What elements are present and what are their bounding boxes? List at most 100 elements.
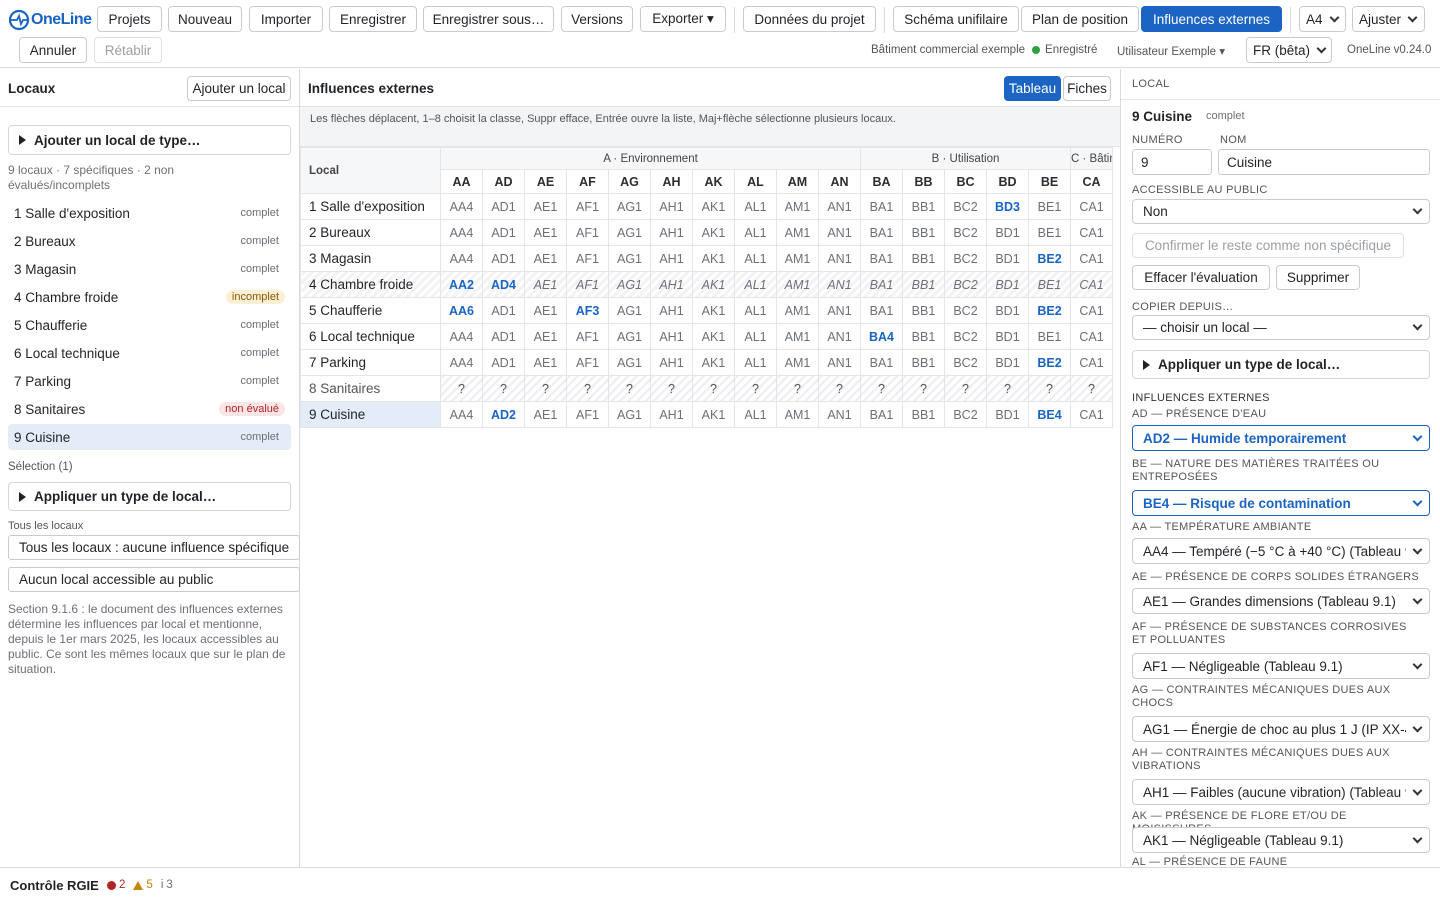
row-room-name[interactable]: 4 Chambre froide <box>300 271 441 298</box>
influence-cell[interactable]: CA1 <box>1070 323 1113 350</box>
column-header-am[interactable]: AM <box>776 169 819 194</box>
influence-cell[interactable]: AG1 <box>608 323 651 350</box>
column-header-ak[interactable]: AK <box>692 169 735 194</box>
influence-cell[interactable]: BE2 <box>1028 245 1071 272</box>
influence-cell[interactable]: CA1 <box>1070 349 1113 376</box>
column-header-ca[interactable]: CA <box>1070 169 1113 194</box>
column-header-ah[interactable]: AH <box>650 169 693 194</box>
redo-button[interactable]: Rétablir <box>94 37 162 63</box>
influence-cell[interactable]: BB1 <box>902 245 945 272</box>
influence-cell[interactable]: ? <box>1070 375 1113 402</box>
influence-cell[interactable]: BE4 <box>1028 401 1071 428</box>
influence-cell[interactable]: AD1 <box>482 323 525 350</box>
influence-cell[interactable]: AA4 <box>440 245 483 272</box>
influence-cell[interactable]: AF1 <box>566 193 609 220</box>
influence-cell[interactable]: BD1 <box>986 401 1029 428</box>
user-menu[interactable]: Utilisateur Exemple ▾ <box>1117 44 1225 58</box>
page-format-select[interactable]: A4 <box>1299 6 1346 32</box>
influence-cell[interactable]: BD1 <box>986 219 1029 246</box>
apply-room-type[interactable]: Appliquer un type de local… <box>8 482 291 511</box>
influence-cell[interactable]: AF1 <box>566 323 609 350</box>
column-header-an[interactable]: AN <box>818 169 861 194</box>
influence-cell[interactable]: AF1 <box>566 219 609 246</box>
influence-cell[interactable]: AN1 <box>818 349 861 376</box>
influence-cell[interactable]: AE1 <box>524 245 567 272</box>
influence-cell[interactable]: AM1 <box>776 323 819 350</box>
influence-cell[interactable]: AH1 <box>650 401 693 428</box>
influence-select[interactable]: AF1 — Négligeable (Tableau 9.1) <box>1132 653 1430 679</box>
influence-cell[interactable]: AH1 <box>650 245 693 272</box>
copy-from-select[interactable]: — choisir un local — <box>1132 315 1430 340</box>
room-list-item[interactable]: 8 Sanitaires non évalué <box>8 396 291 422</box>
influence-cell[interactable]: BD3 <box>986 193 1029 220</box>
influence-cell[interactable]: AE1 <box>524 349 567 376</box>
influence-cell[interactable]: AG1 <box>608 271 651 298</box>
influence-cell[interactable]: AF1 <box>566 245 609 272</box>
influence-cell[interactable]: AK1 <box>692 219 735 246</box>
influence-cell[interactable]: BD1 <box>986 349 1029 376</box>
apply-room-type-detail[interactable]: Appliquer un type de local… <box>1132 350 1430 379</box>
influence-cell[interactable]: AE1 <box>524 297 567 324</box>
undo-button[interactable]: Annuler <box>19 37 87 63</box>
influence-cell[interactable]: BC2 <box>944 193 987 220</box>
influence-cell[interactable]: AL1 <box>734 323 777 350</box>
public-access-select[interactable]: Non <box>1132 199 1430 224</box>
influence-cell[interactable]: AK1 <box>692 349 735 376</box>
influence-cell[interactable]: AG1 <box>608 401 651 428</box>
influence-cell[interactable]: AM1 <box>776 193 819 220</box>
influence-cell[interactable]: ? <box>1028 375 1071 402</box>
column-header-bc[interactable]: BC <box>944 169 987 194</box>
influence-cell[interactable]: AM1 <box>776 401 819 428</box>
save-button[interactable]: Enregistrer <box>329 6 417 32</box>
rgie-check-counts[interactable]: 2 5 i 3 <box>107 879 173 891</box>
influence-cell[interactable]: BE1 <box>1028 323 1071 350</box>
add-room-button[interactable]: Ajouter un local <box>187 76 291 101</box>
zoom-select[interactable]: Ajuster <box>1352 6 1425 32</box>
influence-cell[interactable]: ? <box>986 375 1029 402</box>
influence-cell[interactable]: AK1 <box>692 271 735 298</box>
influence-cell[interactable]: ? <box>608 375 651 402</box>
room-list-item[interactable]: 2 Bureaux complet <box>8 228 291 254</box>
influence-cell[interactable]: BB1 <box>902 401 945 428</box>
room-list-item[interactable]: 5 Chaufferie complet <box>8 312 291 338</box>
room-list-item[interactable]: 4 Chambre froide incomplet <box>8 284 291 310</box>
influence-cell[interactable]: AG1 <box>608 245 651 272</box>
influence-cell[interactable]: AG1 <box>608 193 651 220</box>
influence-cell[interactable]: AM1 <box>776 219 819 246</box>
influence-cell[interactable]: ? <box>944 375 987 402</box>
influence-cell[interactable]: BB1 <box>902 297 945 324</box>
influence-cell[interactable]: BA1 <box>860 297 903 324</box>
influence-cell[interactable]: AN1 <box>818 245 861 272</box>
influence-cell[interactable]: ? <box>524 375 567 402</box>
influence-cell[interactable]: BC2 <box>944 219 987 246</box>
influence-cell[interactable]: AE1 <box>524 193 567 220</box>
import-button[interactable]: Importer <box>249 6 323 32</box>
row-room-name[interactable]: 5 Chaufferie <box>300 297 441 324</box>
influence-cell[interactable]: AN1 <box>818 219 861 246</box>
influence-cell[interactable]: BC2 <box>944 297 987 324</box>
influence-cell[interactable]: AK1 <box>692 297 735 324</box>
influence-cell[interactable]: BD1 <box>986 297 1029 324</box>
projects-button[interactable]: Projets <box>97 6 162 32</box>
influence-cell[interactable]: AL1 <box>734 349 777 376</box>
influence-select[interactable]: AA4 — Tempéré (−5 °C à +40 °C) (Tableau … <box>1132 538 1430 564</box>
influence-select[interactable]: AK1 — Négligeable (Tableau 9.1) <box>1132 827 1430 853</box>
row-room-name[interactable]: 2 Bureaux <box>300 219 441 246</box>
influence-cell[interactable]: BE1 <box>1028 193 1071 220</box>
influence-cell[interactable]: AH1 <box>650 323 693 350</box>
influence-cell[interactable]: AA4 <box>440 219 483 246</box>
influence-cell[interactable]: AL1 <box>734 245 777 272</box>
influence-cell[interactable]: BA1 <box>860 271 903 298</box>
room-list-item[interactable]: 3 Magasin complet <box>8 256 291 282</box>
view-table-button[interactable]: Tableau <box>1004 76 1061 101</box>
influence-cell[interactable]: AK1 <box>692 245 735 272</box>
influence-cell[interactable]: AH1 <box>650 271 693 298</box>
influence-cell[interactable]: BE2 <box>1028 297 1071 324</box>
add-room-by-type[interactable]: Ajouter un local de type… <box>8 125 291 155</box>
influence-cell[interactable]: AM1 <box>776 297 819 324</box>
influence-cell[interactable]: AA4 <box>440 349 483 376</box>
save-as-button[interactable]: Enregistrer sous… <box>423 6 554 32</box>
influence-cell[interactable]: AL1 <box>734 297 777 324</box>
row-room-name[interactable]: 8 Sanitaires <box>300 375 441 402</box>
influence-cell[interactable]: AE1 <box>524 323 567 350</box>
